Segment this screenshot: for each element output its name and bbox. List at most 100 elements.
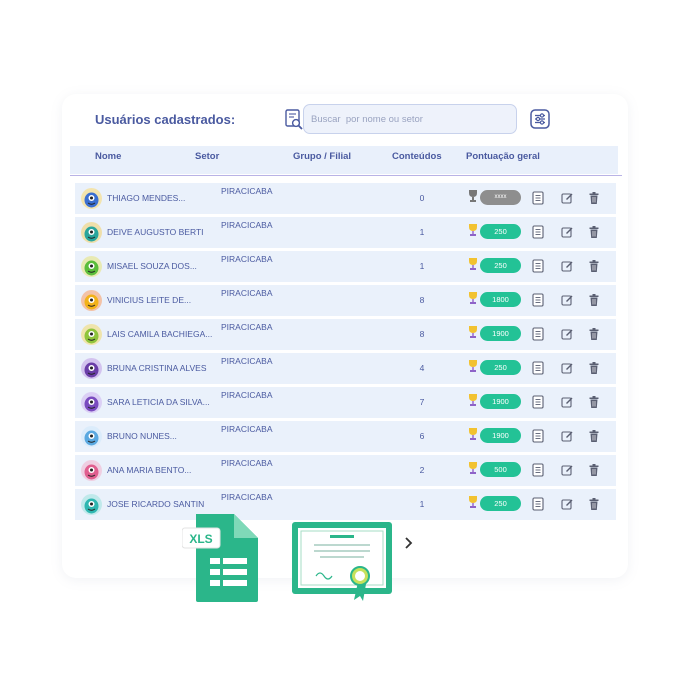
trophy-icon [468, 291, 478, 305]
edit-icon[interactable] [561, 497, 573, 511]
trash-icon[interactable] [588, 327, 600, 341]
user-name[interactable]: VINICIUS LEITE DE... [107, 295, 191, 305]
user-contents-count: 7 [419, 397, 425, 407]
table-row[interactable]: DEIVE AUGUSTO BERTI PIRACICABA 1 250 [75, 217, 616, 248]
table-row[interactable]: BRUNO NUNES... PIRACICABA 6 1900 [75, 421, 616, 452]
score-badge: 250 [480, 360, 521, 375]
trophy-icon [468, 461, 478, 475]
avatar [81, 392, 102, 413]
user-sector: PIRACICABA [221, 458, 273, 468]
trophy-icon [468, 495, 478, 509]
user-sector: PIRACICABA [221, 322, 273, 332]
trash-icon[interactable] [588, 191, 600, 205]
user-sector: PIRACICABA [221, 254, 273, 264]
user-sector: PIRACICABA [221, 288, 273, 298]
edit-icon[interactable] [561, 361, 573, 375]
trash-icon[interactable] [588, 429, 600, 443]
score-badge: 1900 [480, 428, 521, 443]
score-badge: 250 [480, 258, 521, 273]
avatar [81, 460, 102, 481]
trash-icon[interactable] [588, 463, 600, 477]
trophy-icon [468, 223, 478, 237]
document-icon[interactable] [532, 429, 544, 443]
score-badge: 250 [480, 496, 521, 511]
avatar [81, 290, 102, 311]
trophy-icon [468, 257, 478, 271]
edit-icon[interactable] [561, 293, 573, 307]
edit-icon[interactable] [561, 259, 573, 273]
table-row[interactable]: SARA LETICIA DA SILVA... PIRACICABA 7 19… [75, 387, 616, 418]
table-row[interactable]: LAIS CAMILA BACHIEGA... PIRACICABA 8 190… [75, 319, 616, 350]
user-name[interactable]: MISAEL SOUZA DOS... [107, 261, 197, 271]
column-name[interactable]: Nome [95, 151, 121, 162]
user-name[interactable]: JOSE RICARDO SANTIN [107, 499, 204, 509]
user-sector: PIRACICABA [221, 220, 273, 230]
user-name[interactable]: THIAGO MENDES... [107, 193, 185, 203]
document-icon[interactable] [532, 361, 544, 375]
trash-icon[interactable] [588, 259, 600, 273]
user-name[interactable]: SARA LETICIA DA SILVA... [107, 397, 210, 407]
user-sector: PIRACICABA [221, 186, 273, 196]
user-name[interactable]: LAIS CAMILA BACHIEGA... [107, 329, 212, 339]
document-icon[interactable] [532, 395, 544, 409]
column-contents[interactable]: Conteúdos [392, 151, 442, 162]
avatar [81, 358, 102, 379]
document-icon[interactable] [532, 259, 544, 273]
avatar [81, 256, 102, 277]
trash-icon[interactable] [588, 395, 600, 409]
score-badge: 1900 [480, 326, 521, 341]
user-sector: PIRACICABA [221, 390, 273, 400]
trophy-icon [468, 359, 478, 373]
user-contents-count: 6 [419, 431, 425, 441]
user-name[interactable]: DEIVE AUGUSTO BERTI [107, 227, 204, 237]
edit-icon[interactable] [561, 463, 573, 477]
user-contents-count: 8 [419, 329, 425, 339]
user-contents-count: 1 [419, 499, 425, 509]
user-contents-count: 0 [419, 193, 425, 203]
table-row[interactable]: BRUNA CRISTINA ALVES PIRACICABA 4 250 [75, 353, 616, 384]
user-contents-count: 2 [419, 465, 425, 475]
xls-export-icon[interactable]: XLS [181, 514, 258, 602]
edit-icon[interactable] [561, 395, 573, 409]
table-row[interactable]: VINICIUS LEITE DE... PIRACICABA 8 1800 [75, 285, 616, 316]
edit-icon[interactable] [561, 191, 573, 205]
document-icon[interactable] [532, 463, 544, 477]
table-row[interactable]: MISAEL SOUZA DOS... PIRACICABA 1 250 [75, 251, 616, 282]
user-name[interactable]: BRUNA CRISTINA ALVES [107, 363, 207, 373]
search-field[interactable] [303, 104, 517, 134]
score-badge: xxxx [480, 190, 521, 205]
document-icon[interactable] [532, 191, 544, 205]
user-name[interactable]: ANA MARIA BENTO... [107, 465, 191, 475]
header-divider [70, 175, 622, 176]
user-contents-count: 1 [419, 227, 425, 237]
user-name[interactable]: BRUNO NUNES... [107, 431, 177, 441]
search-icon[interactable] [284, 109, 304, 131]
certificate-icon[interactable] [292, 520, 394, 602]
edit-icon[interactable] [561, 327, 573, 341]
document-icon[interactable] [532, 497, 544, 511]
trash-icon[interactable] [588, 361, 600, 375]
trash-icon[interactable] [588, 225, 600, 239]
document-icon[interactable] [532, 293, 544, 307]
trash-icon[interactable] [588, 497, 600, 511]
table-row[interactable]: JOSE RICARDO SANTIN PIRACICABA 1 250 [75, 489, 616, 520]
column-score[interactable]: Pontuação geral [466, 151, 540, 162]
avatar [81, 222, 102, 243]
user-sector: PIRACICABA [221, 492, 273, 502]
document-icon[interactable] [532, 327, 544, 341]
column-group[interactable]: Grupo / Filial [293, 151, 351, 162]
search-input[interactable] [304, 105, 511, 133]
user-contents-count: 1 [419, 261, 425, 271]
edit-icon[interactable] [561, 429, 573, 443]
document-icon[interactable] [532, 225, 544, 239]
trophy-icon [468, 427, 478, 441]
table-row[interactable]: THIAGO MENDES... PIRACICABA 0 xxxx [75, 183, 616, 214]
table-row[interactable]: ANA MARIA BENTO... PIRACICABA 2 500 [75, 455, 616, 486]
score-badge: 500 [480, 462, 521, 477]
chevron-right-icon[interactable] [404, 536, 414, 553]
column-sector[interactable]: Setor [195, 151, 219, 162]
trash-icon[interactable] [588, 293, 600, 307]
filter-settings-icon[interactable] [530, 109, 550, 129]
edit-icon[interactable] [561, 225, 573, 239]
score-badge: 1900 [480, 394, 521, 409]
